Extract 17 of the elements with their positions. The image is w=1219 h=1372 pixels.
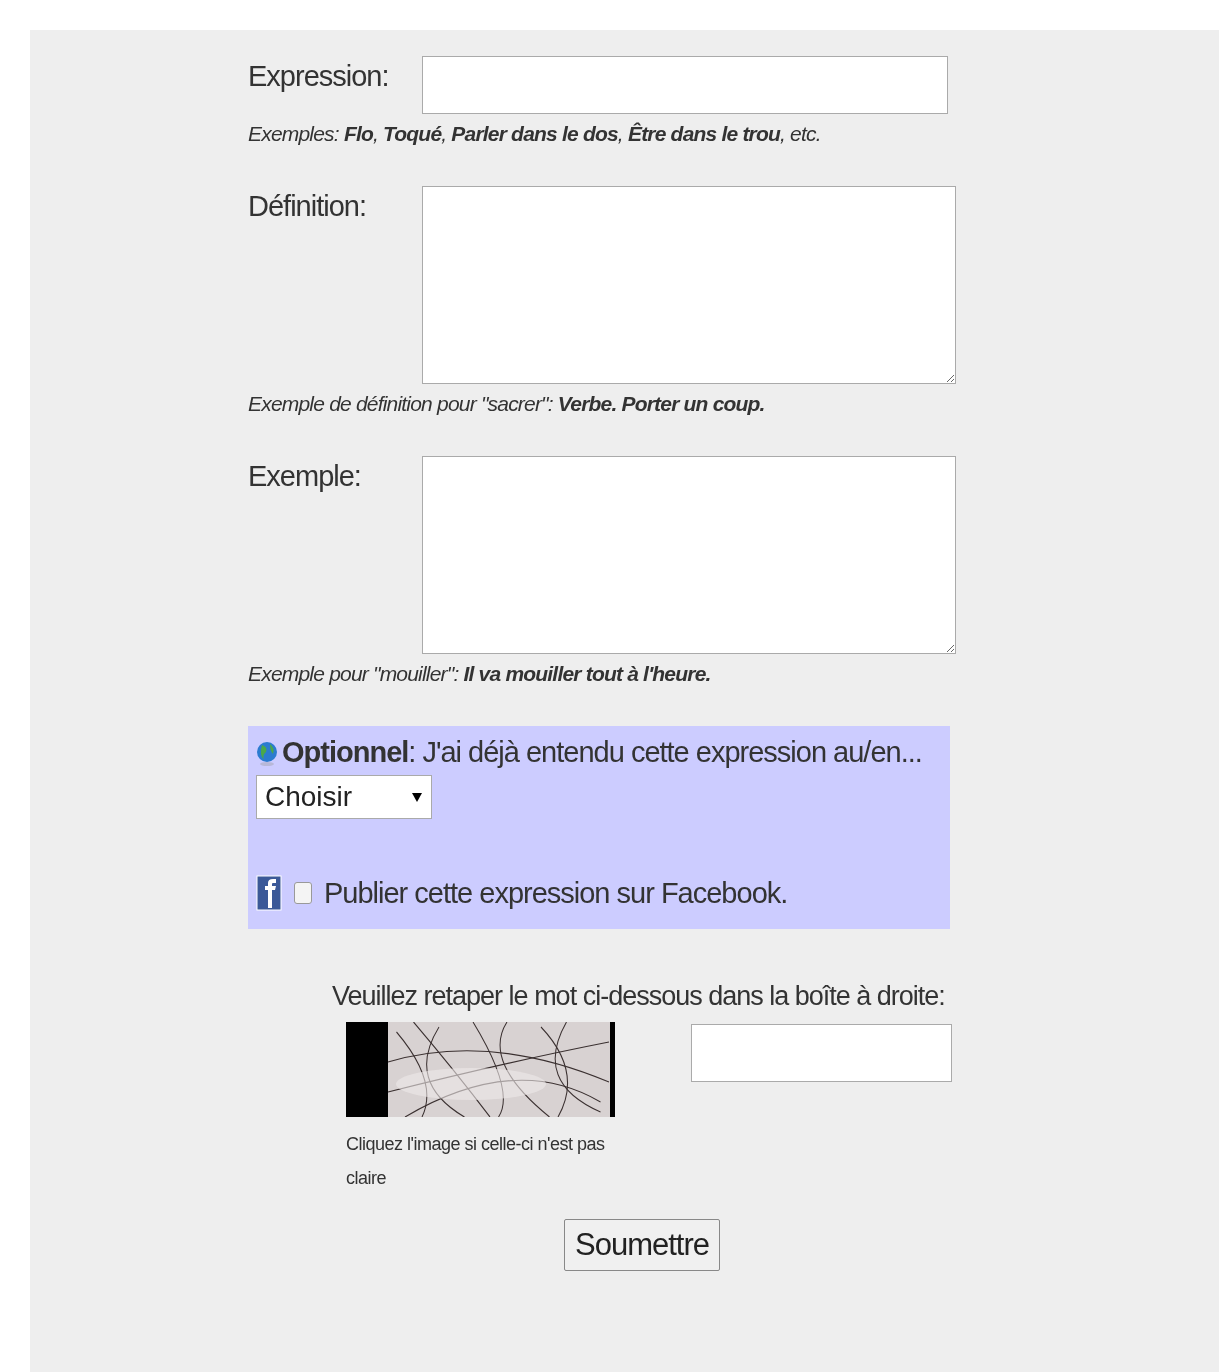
field-hint: Exemple de définition pour "sacrer": Verbe. Porter un coup. — [248, 392, 766, 416]
facebook-checkbox[interactable] — [294, 882, 312, 904]
captcha-caption: Cliquez l'image si celle-ci n'est pas claire — [346, 1133, 606, 1190]
dropdown-caret-icon — [411, 791, 423, 803]
field-label: Expression: — [248, 60, 390, 93]
facebook-icon — [256, 875, 282, 911]
region-select[interactable]: Choisir — [256, 775, 432, 819]
field-hint: Exemples: Flo, Toqué, Parler dans le dos, Être dans le trou, etc. — [248, 122, 822, 146]
field-label: Définition: — [248, 190, 367, 223]
optional-text: Optionnel: J'ai déjà entendu cette expression au/en... — [282, 736, 922, 769]
submit-button[interactable]: Soumettre — [564, 1219, 720, 1271]
captcha-field[interactable] — [691, 1024, 952, 1082]
text-field[interactable] — [422, 56, 948, 114]
field-hint: Exemple pour "mouiller": Il va mouiller tout à l'heure. — [248, 662, 712, 686]
facebook-label: Publier cette expression sur Facebook. — [324, 876, 788, 910]
captcha-prompt: Veuillez retaper le mot ci-dessous dans la boîte à droite: — [332, 981, 946, 1012]
field-label: Exemple: — [248, 460, 362, 493]
